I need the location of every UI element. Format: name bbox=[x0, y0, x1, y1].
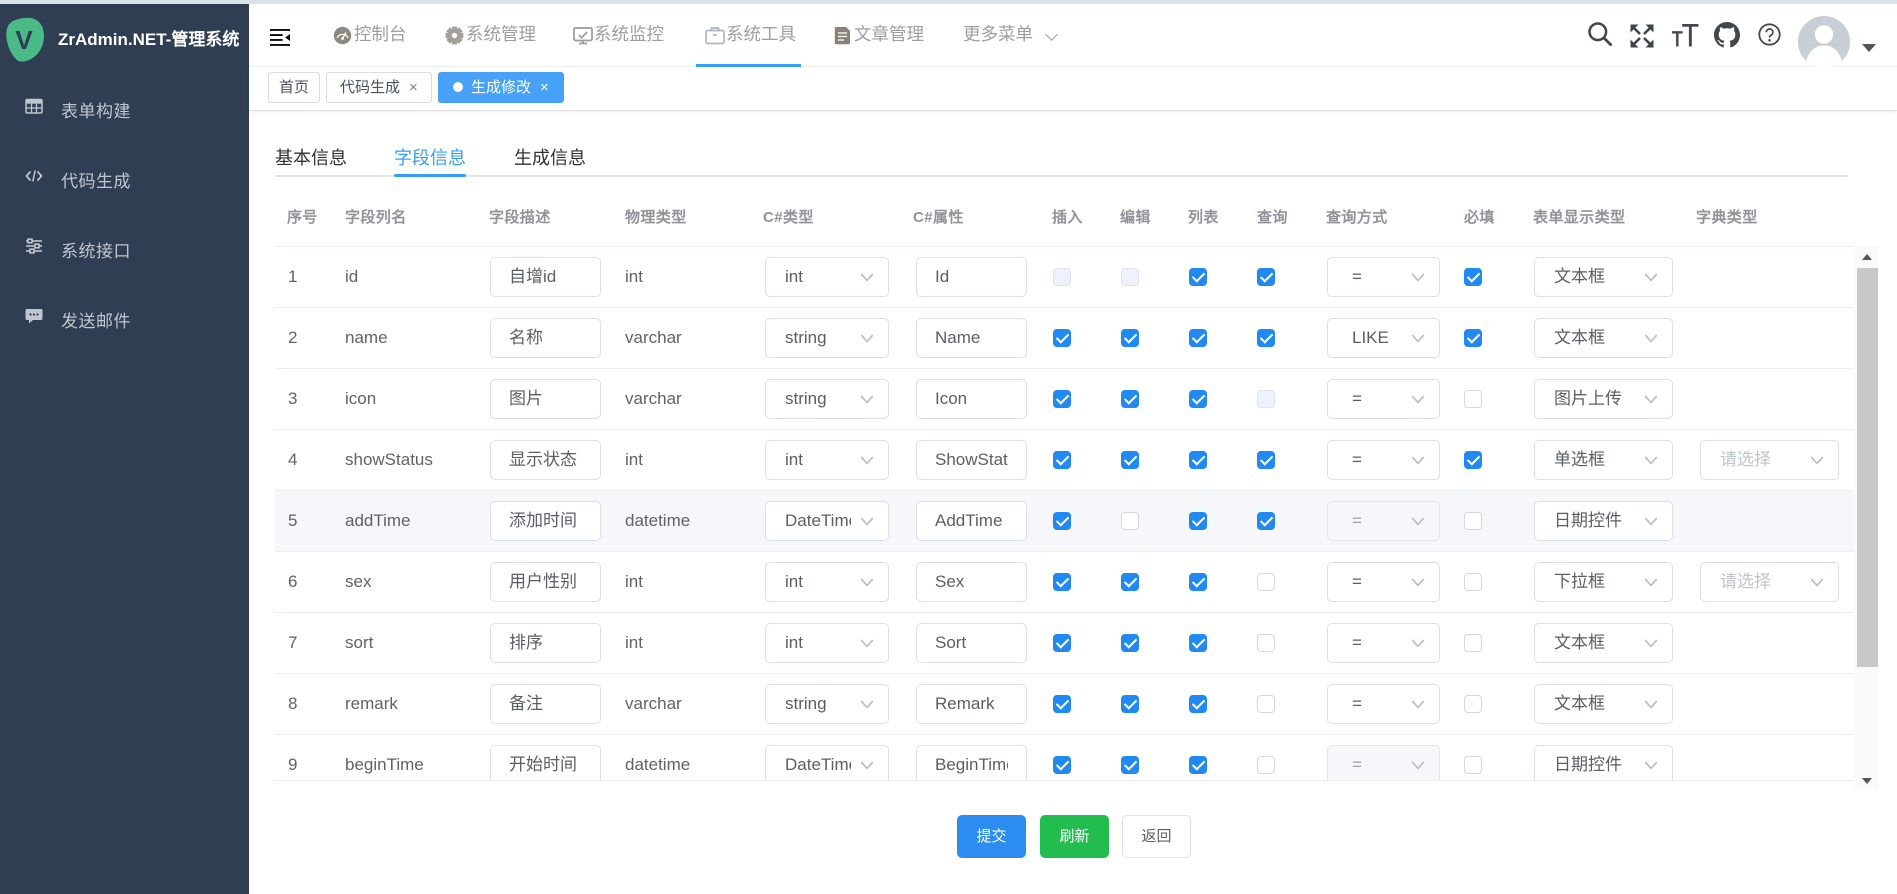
svg-text:V: V bbox=[15, 25, 33, 55]
